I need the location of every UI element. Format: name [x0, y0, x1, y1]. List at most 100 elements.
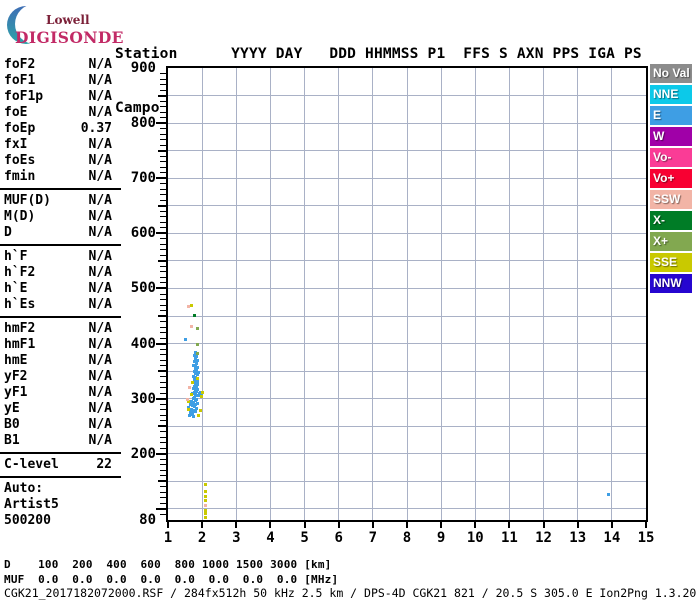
gridline-vertical: [304, 68, 306, 520]
section-divider: [0, 316, 121, 318]
parameter-value: N/A: [88, 105, 112, 120]
parameter-label: yF2: [4, 369, 28, 384]
gridline-vertical: [235, 68, 237, 520]
parameter-label: MUF(D): [4, 193, 51, 208]
parameter-value: 22: [96, 457, 112, 472]
parameter-value: N/A: [88, 353, 112, 368]
x-axis-tick: [167, 522, 169, 528]
y-axis-tick: [158, 425, 166, 428]
y-axis-tick: [156, 397, 166, 400]
echo-point: [190, 380, 194, 384]
parameter-value: N/A: [88, 321, 112, 336]
echo-point: [188, 402, 192, 406]
echo-point: [203, 504, 207, 508]
parameter-label: 500200: [4, 513, 51, 528]
gridline-horizontal: [168, 177, 646, 179]
gridline-vertical: [508, 68, 510, 520]
x-axis-tick: [235, 522, 238, 528]
lowell-digisonde-logo: Lowell DIGISONDE: [6, 4, 124, 50]
parameter-value: N/A: [88, 137, 112, 152]
gridline-vertical: [577, 68, 579, 520]
parameter-label: fmin: [4, 169, 36, 184]
x-axis-tick: [474, 522, 477, 528]
parameter-row: foEp 0.37: [4, 121, 120, 137]
gridline-horizontal: [168, 150, 646, 152]
x-axis-tick: [508, 522, 511, 528]
muf-frequency-row: MUF 0.0 0.0 0.0 0.0 0.0 0.0 0.0 0.0 [MHz…: [4, 572, 339, 586]
parameter-label: yF1: [4, 385, 28, 400]
parameter-label: yE: [4, 401, 20, 416]
parameter-row: h`E N/A: [4, 281, 120, 297]
parameter-label: foF1: [4, 73, 36, 88]
gridline-horizontal: [168, 260, 646, 262]
parameter-row: hmF2 N/A: [4, 321, 120, 337]
parameter-value: N/A: [88, 385, 112, 400]
parameter-row: 500200: [4, 513, 120, 529]
parameter-label: fxI: [4, 137, 28, 152]
parameter-value: N/A: [88, 337, 112, 352]
gridline-horizontal: [168, 287, 646, 289]
y-axis-tick: [156, 232, 166, 235]
parameter-value: N/A: [88, 169, 112, 184]
x-axis-label: 15: [637, 530, 655, 546]
gridline-horizontal: [168, 232, 646, 234]
parameter-row: h`Es N/A: [4, 297, 120, 313]
parameter-value: N/A: [88, 193, 112, 208]
y-axis-tick: [156, 287, 166, 290]
parameter-label: foF2: [4, 57, 36, 72]
parameter-label: D: [4, 225, 12, 240]
parameter-label: hmE: [4, 353, 28, 368]
gridline-horizontal: [168, 425, 646, 427]
parameter-value: N/A: [88, 401, 112, 416]
section-divider: [0, 188, 121, 190]
echo-point: [185, 397, 189, 401]
gridline-horizontal: [168, 370, 646, 372]
echo-point: [188, 385, 192, 389]
parameter-label: h`Es: [4, 297, 36, 312]
echo-point: [196, 351, 200, 355]
parameter-label: foEp: [4, 121, 36, 136]
echo-point: [193, 409, 197, 413]
gridline-horizontal: [168, 480, 646, 482]
gridline-horizontal: [168, 95, 646, 97]
x-axis-tick: [576, 522, 579, 528]
gridline-horizontal: [168, 315, 646, 317]
x-axis-tick: [645, 522, 647, 528]
y-axis-tick: [156, 507, 166, 510]
legend-item: W: [650, 127, 692, 146]
echo-point: [196, 342, 200, 346]
x-axis-label: 14: [603, 530, 621, 546]
parameter-row: C-level 22: [4, 457, 120, 473]
echo-point: [606, 492, 610, 496]
legend-item: SSW: [650, 190, 692, 209]
gridline-horizontal: [168, 453, 646, 455]
echo-point: [189, 393, 193, 397]
parameter-value: N/A: [88, 265, 112, 280]
echo-point: [203, 482, 207, 486]
x-axis-label: 4: [266, 530, 275, 546]
ionogram-plot: [166, 66, 648, 522]
logo-digisonde-text: DIGISONDE: [15, 28, 124, 47]
parameter-value: N/A: [88, 209, 112, 224]
gridline-horizontal: [168, 122, 646, 124]
parameter-row: foF2 N/A: [4, 57, 120, 73]
y-axis-tick: [156, 452, 166, 455]
parameter-row: yF2 N/A: [4, 369, 120, 385]
echo-point: [196, 376, 200, 380]
echo-point: [200, 394, 204, 398]
x-axis-label: 9: [436, 530, 446, 546]
legend-item: SSE: [650, 253, 692, 272]
x-axis-tick: [440, 522, 443, 528]
x-axis-label: 13: [569, 530, 587, 546]
parameter-row: MUF(D) N/A: [4, 193, 120, 209]
gridline-horizontal: [168, 508, 646, 510]
x-axis-label: 6: [334, 530, 343, 546]
parameter-row: yE N/A: [4, 401, 120, 417]
gridline-vertical: [201, 68, 203, 520]
parameter-label: hmF2: [4, 321, 36, 336]
parameter-row: yF1 N/A: [4, 385, 120, 401]
section-divider: [0, 244, 121, 246]
parameter-label: B1: [4, 433, 20, 448]
echo-point: [184, 338, 188, 342]
parameter-row: Artist5: [4, 497, 120, 513]
